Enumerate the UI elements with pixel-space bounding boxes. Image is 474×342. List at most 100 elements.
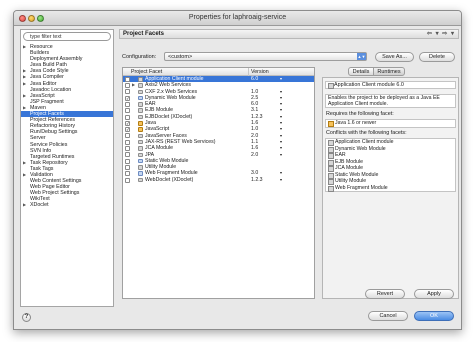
web-icon xyxy=(138,171,143,176)
nav-item-label: Deployment Assembly xyxy=(30,56,83,63)
facet-rows: Application Client module 6.0 ▾ ▶ Axis2 Web … xyxy=(123,76,314,183)
facet-label: WebDoclet (XDoclet) xyxy=(145,176,194,183)
window-title: Properties for laphroaig-service xyxy=(188,14,287,21)
nav-item-label: Web Page Editor xyxy=(30,184,70,191)
facet-checkbox[interactable] xyxy=(125,133,130,139)
nav-item-label: Targeted Runtimes xyxy=(30,153,75,160)
nav-item-label: Service Policies xyxy=(30,141,68,148)
details-panel: Application Client module 6.0 Enables th… xyxy=(322,77,459,299)
facet-description: Enables the project to be deployed as a … xyxy=(325,94,456,108)
revert-button[interactable]: Revert xyxy=(365,289,405,299)
facet-checkbox[interactable]: ✓ xyxy=(125,127,130,133)
save-as-button[interactable]: Save As... xyxy=(375,52,414,62)
conflict-item: Web Fragment Module xyxy=(326,185,455,192)
facet-checkbox[interactable] xyxy=(125,139,130,145)
properties-window: Properties for laphroaig-service type fi… xyxy=(13,10,462,330)
properties-nav-pane: type filter text ▶ Resource Builders Deploy… xyxy=(20,29,114,307)
column-header-version[interactable]: Version xyxy=(249,68,289,76)
facet-checkbox[interactable] xyxy=(125,114,130,120)
facet-checkbox[interactable] xyxy=(125,146,130,152)
column-header-facet[interactable]: Project Facet xyxy=(129,68,249,76)
facet-checkbox[interactable]: ✓ xyxy=(125,95,130,101)
page-title: Project Facets ⇦ ▾ ⇨ ▾ xyxy=(119,29,459,39)
nav-item-label: Javadoc Location xyxy=(30,86,72,93)
filter-input[interactable]: type filter text xyxy=(23,32,111,41)
nav-item-label: JSP Fragment xyxy=(30,98,64,105)
folder-icon xyxy=(138,83,143,88)
web-icon xyxy=(138,95,143,101)
nav-item-label: Project References xyxy=(30,117,76,124)
facet-icon xyxy=(138,114,143,120)
requires-label: Requires the following facet: xyxy=(326,111,394,117)
nav-item-label: Java Code Style xyxy=(30,68,69,75)
help-icon[interactable]: ? xyxy=(22,313,31,322)
java-icon xyxy=(138,127,143,132)
facet-detail-heading: Application Client module 6.0 xyxy=(325,81,456,89)
facet-checkbox[interactable] xyxy=(125,171,130,177)
ok-button[interactable]: OK xyxy=(414,311,454,321)
nav-item-label: Resource xyxy=(30,44,53,50)
facet-checkbox[interactable] xyxy=(125,108,130,114)
facet-row[interactable]: WebDoclet (XDoclet) 1.2.3 ▾ xyxy=(123,177,314,183)
facet-checkbox[interactable] xyxy=(125,158,130,164)
facet-icon xyxy=(138,89,143,95)
nav-item-label: Web Content Settings xyxy=(30,178,82,185)
nav-item-label: Java Editor xyxy=(30,80,57,87)
facet-icon xyxy=(138,77,143,82)
configuration-select[interactable]: <custom> ▲▼ xyxy=(164,52,367,61)
page-title-text: Project Facets xyxy=(123,31,165,37)
dialog-footer: ? Cancel OK xyxy=(14,305,461,329)
title-bar: Properties for laphroaig-service xyxy=(14,11,461,26)
tab-runtimes[interactable]: Runtimes xyxy=(373,67,405,76)
facet-icon xyxy=(138,165,143,170)
conflicts-label: Conflicts with the following facets: xyxy=(326,130,407,136)
java-icon xyxy=(138,121,143,126)
facet-checkbox[interactable] xyxy=(125,83,130,89)
nav-item-label: JavaScript xyxy=(30,92,55,99)
nav-item-label: XDoclet xyxy=(30,202,49,209)
nav-item-label: Java Build Path xyxy=(30,62,67,69)
facet-checkbox[interactable] xyxy=(125,89,130,95)
facet-icon xyxy=(138,139,143,145)
nav-item-label: Maven xyxy=(30,104,46,111)
facet-icon xyxy=(138,108,143,113)
facet-checkbox[interactable] xyxy=(125,152,130,158)
facet-checkbox[interactable]: ✓ xyxy=(125,120,130,126)
nav-item-label: Run/Debug Settings xyxy=(30,129,78,136)
nav-item-label: Builders xyxy=(30,50,50,57)
nav-item-label: Task Tags xyxy=(30,165,54,172)
requires-item: Java 1.6 or newer xyxy=(326,120,455,127)
history-nav-arrows-icon[interactable]: ⇦ ▾ ⇨ ▾ xyxy=(427,31,455,38)
cancel-button[interactable]: Cancel xyxy=(368,311,408,321)
project-facets-page: Project Facets ⇦ ▾ ⇨ ▾ Configuration: <c… xyxy=(119,29,459,307)
conflicts-list: Application Client module Dynamic Web Mod… xyxy=(325,138,456,192)
facet-checkbox[interactable] xyxy=(125,177,130,183)
nav-item[interactable]: ▶ XDoclet xyxy=(21,202,113,208)
apply-button[interactable]: Apply xyxy=(414,289,454,299)
facet-icon xyxy=(138,146,143,151)
facet-checkbox[interactable] xyxy=(125,101,130,107)
facet-icon xyxy=(138,152,143,158)
tab-details[interactable]: Details xyxy=(348,67,374,76)
dropdown-arrows-icon: ▲▼ xyxy=(357,53,366,60)
facet-icon xyxy=(138,177,143,183)
detail-tabs: Details Runtimes xyxy=(322,67,459,76)
facet-checkbox[interactable] xyxy=(125,164,130,170)
version-dropdown-icon[interactable]: ▾ xyxy=(280,177,282,183)
nav-item-label: Server xyxy=(30,135,46,142)
nav-item-label: Refactoring History xyxy=(30,123,76,130)
facet-icon xyxy=(138,133,143,139)
nav-item-label: Web Project Settings xyxy=(30,190,80,197)
nav-item-label: Task Repository xyxy=(30,159,68,166)
facet-version[interactable]: 1.2.3 xyxy=(251,177,263,183)
facet-checkbox[interactable] xyxy=(125,76,130,82)
delete-button[interactable]: Delete xyxy=(419,52,455,62)
expand-triangle-icon[interactable]: ▶ xyxy=(23,202,26,208)
configuration-label: Configuration: xyxy=(122,54,157,60)
requires-list: Java 1.6 or newer xyxy=(325,119,456,128)
nav-item-label: Project Facets xyxy=(30,111,64,118)
web-icon xyxy=(138,158,143,164)
nav-item-label: SVN Info xyxy=(30,147,52,154)
properties-nav-tree: ▶ Resource Builders Deployment Assembly Java… xyxy=(21,44,113,209)
nav-item-label: Validation xyxy=(30,171,53,178)
